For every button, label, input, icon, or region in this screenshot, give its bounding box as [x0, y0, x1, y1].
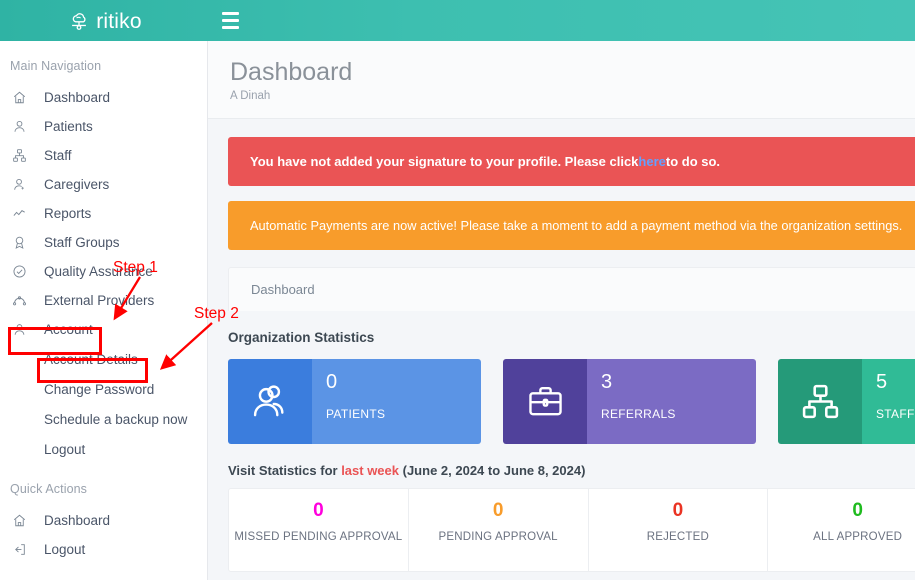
visit-cell-pending-approval: 0 PENDING APPROVAL [409, 489, 589, 571]
breadcrumb: Dashboard [229, 268, 915, 311]
payments-alert: Automatic Payments are now active! Pleas… [228, 201, 915, 250]
dashboard-panel: Dashboard [228, 267, 915, 311]
user-icon [12, 118, 34, 136]
sidebar: Main Navigation Dashboard Patients [0, 41, 208, 580]
visit-cell-rejected: 0 REJECTED [589, 489, 769, 571]
signature-alert-text-before: You have not added your signature to you… [250, 154, 638, 169]
sidebar-subitem-label: Change Password [44, 382, 154, 397]
quick-action-label: Logout [44, 542, 85, 557]
sidebar-item-label: Quality Assurance [44, 264, 153, 279]
visit-label: PENDING APPROVAL [438, 529, 557, 546]
main-content: Dashboard A Dinah You have not added you… [208, 41, 915, 580]
visit-cell-all-approved: 0 ALL APPROVED [768, 489, 915, 571]
sitemap-icon [778, 359, 862, 444]
visit-value: 0 [493, 501, 504, 520]
visit-cell-missed-pending-approval: 0 MISSED PENDING APPROVAL [229, 489, 409, 571]
signature-alert: You have not added your signature to you… [228, 137, 915, 186]
visit-stats-period: last week [341, 463, 399, 478]
page-subtitle: A Dinah [230, 90, 915, 102]
home-icon [12, 512, 34, 530]
quick-action-label: Dashboard [44, 513, 110, 528]
sidebar-item-caregivers[interactable]: Caregivers [0, 170, 207, 199]
sign-out-icon [12, 541, 34, 559]
stat-label: REFERRALS [601, 407, 756, 421]
sidebar-item-label: Account [44, 322, 93, 337]
quick-action-dashboard[interactable]: Dashboard [0, 506, 207, 535]
brand-logo[interactable]: ritiko [0, 0, 208, 41]
sidebar-item-label: Reports [44, 206, 91, 221]
visit-label: REJECTED [647, 529, 709, 546]
sidebar-item-label: Staff [44, 148, 72, 163]
check-circle-icon [12, 263, 34, 281]
stat-cards: 0 PATIENTS 3 RE [228, 359, 915, 444]
briefcase-icon [503, 359, 587, 444]
payments-alert-text: Automatic Payments are now active! Pleas… [250, 218, 902, 233]
sidebar-item-logout[interactable]: Logout [0, 434, 207, 464]
visit-label: ALL APPROVED [813, 529, 902, 546]
stat-label: STAFF [876, 407, 915, 421]
stat-card-patients[interactable]: 0 PATIENTS [228, 359, 481, 444]
visit-statistics-title: Visit Statistics for last week (June 2, … [228, 463, 915, 478]
sidebar-item-label: Caregivers [44, 177, 109, 192]
sitemap-icon [12, 147, 34, 165]
sidebar-item-account[interactable]: Account [0, 315, 207, 344]
stat-card-staff[interactable]: 5 STAFF [778, 359, 915, 444]
top-bar: ritiko [0, 0, 915, 41]
visit-value: 0 [852, 501, 863, 520]
visit-label: MISSED PENDING APPROVAL [234, 529, 402, 546]
sidebar-item-change-password[interactable]: Change Password [0, 374, 207, 404]
stat-card-referrals[interactable]: 3 REFERRALS [503, 359, 756, 444]
signature-alert-link[interactable]: here [638, 154, 665, 169]
sidebar-item-account-details[interactable]: Account Details [0, 344, 207, 374]
home-icon [12, 89, 34, 107]
cloud-node-icon [66, 8, 92, 34]
hamburger-menu-icon[interactable] [217, 8, 243, 34]
sidebar-subitem-label: Account Details [44, 352, 138, 367]
sidebar-subitem-label: Logout [44, 442, 85, 457]
sidebar-item-dashboard[interactable]: Dashboard [0, 83, 207, 112]
visit-value: 0 [313, 501, 324, 520]
user-nurse-icon [12, 176, 34, 194]
page-title: Dashboard [230, 58, 915, 87]
patients-icon [228, 359, 312, 444]
page-header: Dashboard A Dinah [208, 41, 915, 119]
quick-action-logout[interactable]: Logout [0, 535, 207, 564]
quick-actions-header: Quick Actions [0, 464, 207, 506]
sidebar-item-label: Staff Groups [44, 235, 120, 250]
award-icon [12, 234, 34, 252]
sidebar-subitem-label: Schedule a backup now [44, 412, 187, 427]
sidebar-item-quality-assurance[interactable]: Quality Assurance [0, 257, 207, 286]
content-area: You have not added your signature to you… [208, 119, 915, 572]
sidebar-item-staff-groups[interactable]: Staff Groups [0, 228, 207, 257]
stat-value: 5 [876, 372, 915, 392]
sidebar-item-staff[interactable]: Staff [0, 141, 207, 170]
sidebar-item-external-providers[interactable]: External Providers [0, 286, 207, 315]
visit-stats-prefix: Visit Statistics for [228, 463, 341, 478]
sidebar-item-schedule-backup[interactable]: Schedule a backup now [0, 404, 207, 434]
sidebar-item-label: Dashboard [44, 90, 110, 105]
network-icon [12, 292, 34, 310]
sidebar-item-reports[interactable]: Reports [0, 199, 207, 228]
visit-stats-range: (June 2, 2024 to June 8, 2024) [399, 463, 585, 478]
stat-value: 3 [601, 372, 756, 392]
main-navigation-header: Main Navigation [0, 41, 207, 83]
user-circle-icon [12, 321, 34, 339]
sidebar-item-patients[interactable]: Patients [0, 112, 207, 141]
app-root: ritiko Main Navigation Dashboard Patient… [0, 0, 915, 580]
visit-value: 0 [673, 501, 684, 520]
organization-statistics-title: Organization Statistics [228, 330, 915, 345]
stat-value: 0 [326, 372, 481, 392]
chart-line-icon [12, 205, 34, 223]
brand-name: ritiko [96, 11, 142, 32]
sidebar-item-label: External Providers [44, 293, 154, 308]
visit-statistics-box: 0 MISSED PENDING APPROVAL 0 PENDING APPR… [228, 488, 915, 572]
sidebar-item-label: Patients [44, 119, 93, 134]
signature-alert-text-after: to do so. [666, 154, 720, 169]
stat-label: PATIENTS [326, 407, 481, 421]
